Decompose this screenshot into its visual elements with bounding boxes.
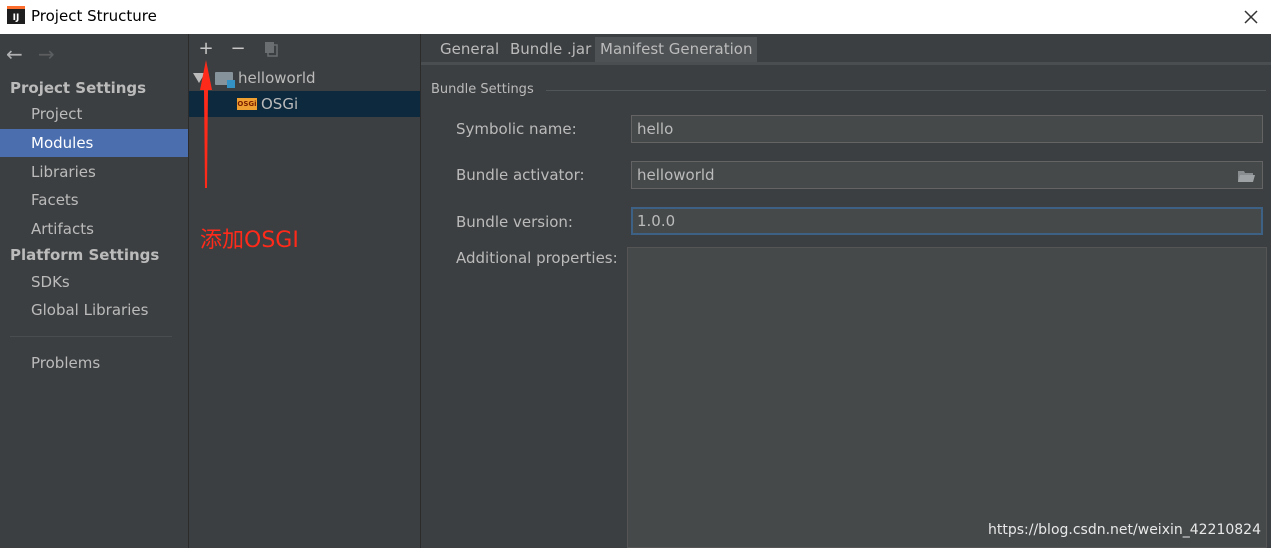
tree-node-osgi[interactable]: OSGi OSGi (189, 91, 420, 117)
copy-icon[interactable] (262, 40, 280, 58)
sidebar-item-project[interactable]: Project (0, 100, 188, 128)
remove-icon[interactable]: − (229, 40, 247, 58)
tree-node-label: helloworld (238, 69, 316, 87)
tab-manifest-generation[interactable]: Manifest Generation (595, 37, 758, 62)
sidebar-item-problems[interactable]: Problems (0, 349, 188, 377)
folder-module-icon (215, 72, 235, 88)
tab-bar: General Bundle .jar Manifest Generation (421, 34, 1271, 65)
tab-general[interactable]: General (435, 37, 504, 62)
sidebar-divider (10, 336, 172, 337)
symbolic-name-label: Symbolic name: (456, 120, 577, 138)
title-bar: IJ Project Structure (0, 0, 1271, 34)
osgi-icon: OSGi (237, 98, 257, 110)
window-title: Project Structure (31, 7, 157, 25)
bundle-version-field[interactable] (631, 207, 1263, 235)
bundle-settings-heading: Bundle Settings (431, 82, 534, 97)
platform-settings-heading: Platform Settings (10, 246, 160, 264)
add-icon[interactable]: + (197, 40, 215, 58)
tree-node-label: OSGi (261, 95, 299, 113)
additional-properties-label: Additional properties: (456, 249, 618, 267)
project-settings-heading: Project Settings (10, 79, 147, 97)
bundle-activator-label: Bundle activator: (456, 166, 585, 184)
watermark-text: https://blog.csdn.net/weixin_42210824 (987, 522, 1261, 538)
tab-bundle-jar[interactable]: Bundle .jar (505, 37, 596, 62)
additional-properties-textarea[interactable] (627, 247, 1267, 548)
bundle-version-label: Bundle version: (456, 213, 573, 231)
intellij-logo-icon: IJ (7, 6, 25, 24)
module-tree-panel: + − helloworld OSGi OSGi (189, 34, 421, 548)
tree-node-helloworld[interactable]: helloworld (189, 65, 420, 91)
sidebar-item-modules[interactable]: Modules (0, 129, 188, 157)
back-arrow-icon[interactable]: ← (6, 42, 23, 66)
settings-sidebar: ← → Project Settings Project Modules Lib… (0, 34, 189, 548)
forward-arrow-icon[interactable]: → (38, 42, 55, 66)
module-settings-panel: General Bundle .jar Manifest Generation … (421, 34, 1271, 548)
browse-folder-icon[interactable] (1237, 169, 1255, 183)
annotation-text: 添加OSGI (200, 228, 299, 253)
sidebar-item-sdks[interactable]: SDKs (0, 268, 188, 296)
annotation-arrow-icon (200, 60, 212, 188)
group-divider (546, 90, 1266, 91)
bundle-activator-field[interactable] (631, 161, 1263, 189)
sidebar-item-facets[interactable]: Facets (0, 186, 188, 214)
sidebar-item-artifacts[interactable]: Artifacts (0, 215, 188, 243)
sidebar-item-global-libraries[interactable]: Global Libraries (0, 296, 188, 324)
close-icon[interactable] (1239, 5, 1263, 29)
sidebar-item-libraries[interactable]: Libraries (0, 158, 188, 186)
symbolic-name-field[interactable] (631, 115, 1263, 143)
